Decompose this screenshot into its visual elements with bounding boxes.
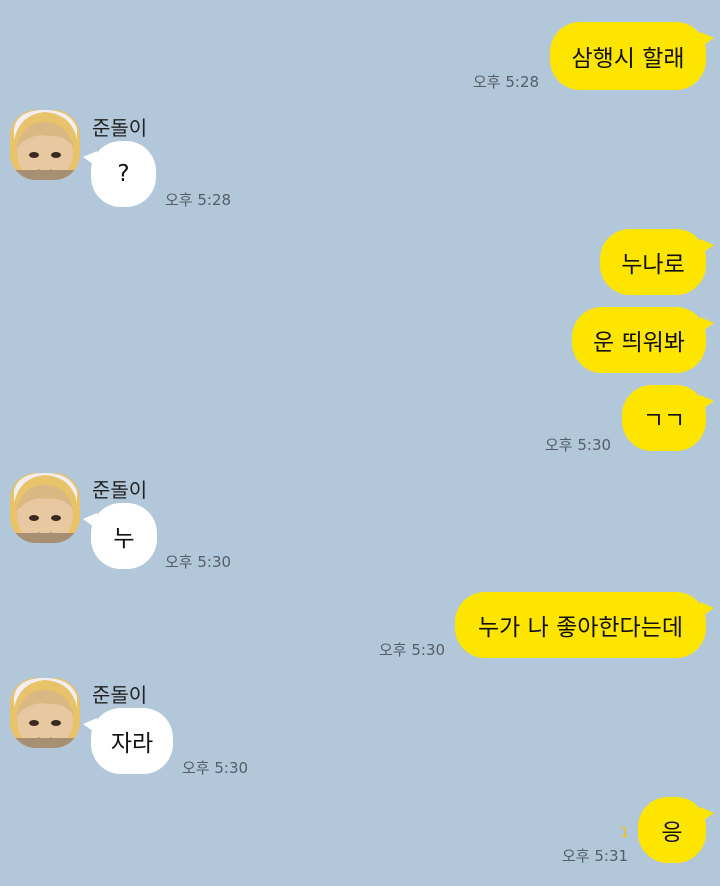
my-message-bubble[interactable]: 운 띄워봐 xyxy=(572,307,714,373)
sender-name: 준돌이 xyxy=(92,116,148,140)
message-text: ㄱㄱ xyxy=(642,408,686,434)
contact-avatar[interactable] xyxy=(10,678,80,748)
contact-avatar[interactable] xyxy=(10,473,80,543)
my-message-bubble[interactable]: ㄱㄱ xyxy=(622,385,714,451)
message-text: 운 띄워봐 xyxy=(593,330,685,356)
avatar-icon xyxy=(10,678,80,748)
message-timestamp: 오후 5:30 xyxy=(545,436,612,454)
message-timestamp: 오후 5:30 xyxy=(182,759,249,777)
contact-avatar[interactable] xyxy=(10,110,80,180)
their-message-bubble[interactable]: ? xyxy=(83,141,156,207)
message-timestamp: 오후 5:28 xyxy=(473,73,540,91)
their-message-bubble[interactable]: 자라 xyxy=(83,708,173,774)
my-message-bubble[interactable]: 누나로 xyxy=(600,229,714,295)
message-timestamp: 오후 5:31 xyxy=(562,847,629,865)
my-message-bubble[interactable]: 삼행시 할래 xyxy=(550,22,714,90)
message-timestamp: 오후 5:30 xyxy=(165,553,232,571)
my-message-bubble[interactable]: 응 xyxy=(638,797,714,863)
their-message-bubble[interactable]: 누 xyxy=(83,503,157,569)
my-message-bubble[interactable]: 누가 나 좋아한다는데 xyxy=(455,592,714,658)
sender-name: 준돌이 xyxy=(92,478,148,502)
unread-count-badge: 1 xyxy=(620,825,629,841)
message-timestamp: 오후 5:28 xyxy=(165,191,232,209)
avatar-icon xyxy=(10,473,80,543)
message-timestamp: 오후 5:30 xyxy=(379,641,446,659)
message-text: ? xyxy=(117,161,130,187)
message-text: 누나로 xyxy=(621,252,685,278)
message-text: 누 xyxy=(113,526,135,552)
message-text: 자라 xyxy=(110,731,154,757)
avatar-icon xyxy=(10,110,80,180)
message-text: 응 xyxy=(661,820,683,846)
message-text: 누가 나 좋아한다는데 xyxy=(477,615,684,641)
message-text: 삼행시 할래 xyxy=(571,46,685,72)
sender-name: 준돌이 xyxy=(92,683,148,707)
